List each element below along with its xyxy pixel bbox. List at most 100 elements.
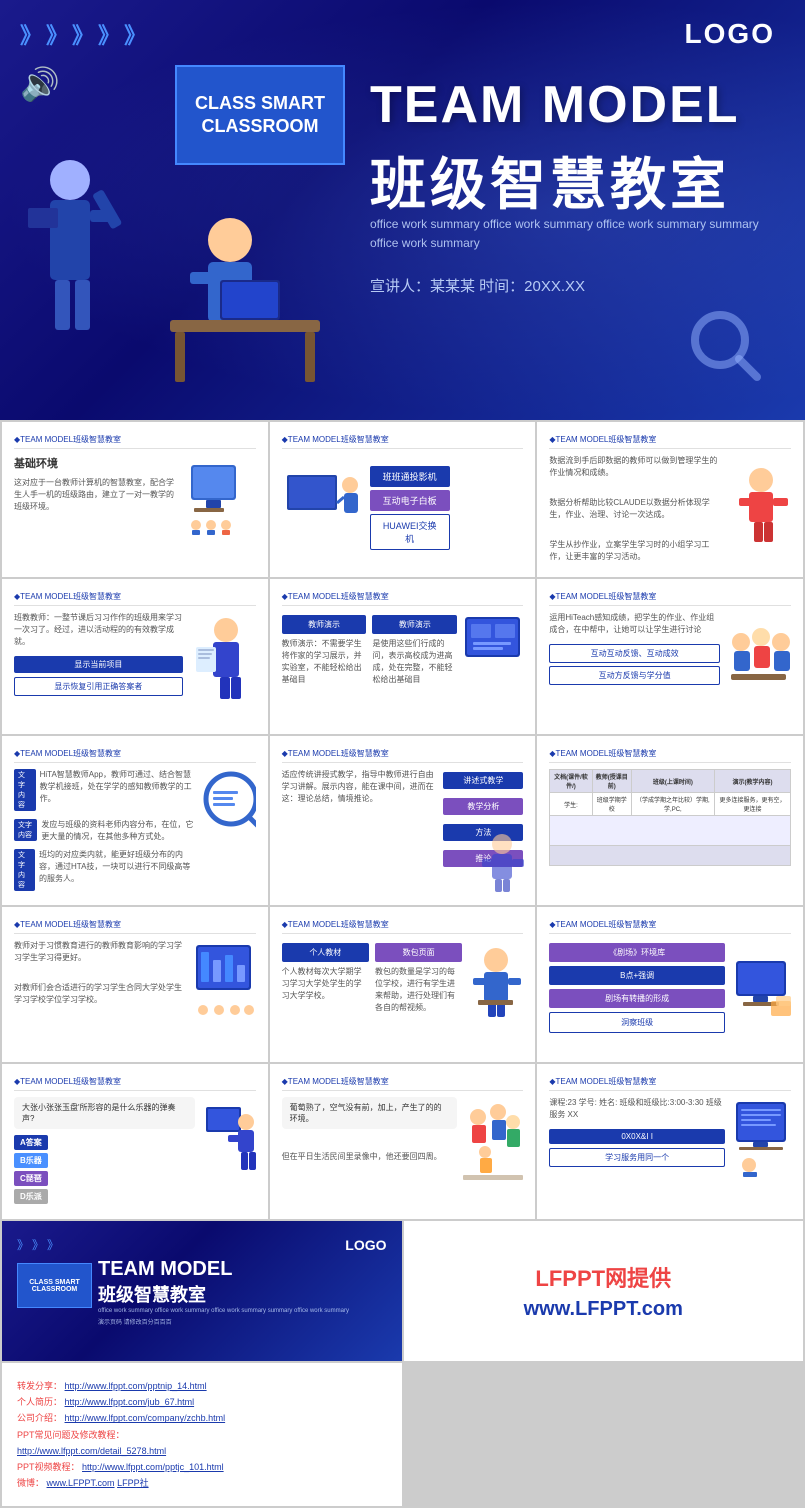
slide-card-8: ◆TEAM MODEL班级智慧教室 适应传统讲授式教学，指导中教师进行自由学习讲…: [270, 736, 536, 905]
search-decoration: [685, 305, 765, 390]
option-c: C琵琶: [14, 1171, 195, 1186]
slide-7-text1: HiTA智慧教师App，教师可通过、结合智慧教学机接班，处在学学的感知教师教学的…: [40, 769, 195, 805]
slide-11-col1-title: 个人教材: [282, 943, 369, 962]
col-header-4: 演示(教学内容): [714, 770, 790, 793]
speaker-icon: 🔊: [20, 65, 60, 103]
link-ppt-resource: PPT视频教程： http://www.lfppt.com/pptjc_101.…: [17, 1459, 387, 1475]
hero-title-cn: 班级智慧教室: [370, 140, 730, 221]
slide-4-btn2[interactable]: 显示恢复引用正确答案者: [14, 677, 183, 696]
mini-chevrons: 》 》 》: [17, 1236, 59, 1253]
mini-title-en: TEAM MODEL: [98, 1258, 349, 1281]
slide-10-figure: [191, 940, 256, 1025]
slide-2-figure: [282, 455, 362, 560]
slide-2-labels: 班班通投影机 互动电子白板 HUAWEI交换机: [370, 463, 524, 553]
tag-analysis: 教学分析: [443, 798, 523, 815]
slide-14-figure: [463, 1097, 523, 1192]
slide-1-figure: [186, 455, 256, 540]
slide-15-text: 课程:23 学号: 姓名: 班级和班级比:3:00-3:30 班级服务 XX: [549, 1097, 725, 1121]
option-c-label: C琵琶: [14, 1171, 48, 1186]
slide-15-btn2[interactable]: 学习服务用同一个: [549, 1148, 725, 1167]
slide-6-text: 运用HiTeach感知成绩，把学生的作业、作业组成合，在中帮中，让她可以让学生进…: [549, 612, 720, 636]
label-whiteboard: 互动电子白板: [370, 490, 450, 511]
option-a-label: A答案: [14, 1135, 48, 1150]
slide-7-text3: 班均的对应类内就，能更好班级分布的内容，通过HTA技，一块可以进行不同级高等的服…: [39, 849, 195, 885]
slide-header-1: ◆TEAM MODEL班级智慧教室: [14, 434, 256, 449]
slide-card-9: ◆TEAM MODEL班级智慧教室 文档(课件/软件/) 教师(授课目前) 班级…: [537, 736, 803, 905]
col-header-3: 班级(上课时间): [631, 770, 714, 793]
hero-presenter: 宣讲人：某某某 时间：20XX.XX: [370, 275, 585, 296]
slide-5-col1-title: 教师演示: [282, 615, 367, 634]
mini-chevron-icon: 》: [47, 1236, 59, 1253]
hero-subtitle: office work summary office work summary …: [370, 215, 775, 253]
option-d-label: D乐派: [14, 1189, 48, 1204]
slide-header-14: ◆TEAM MODEL班级智慧教室: [282, 1076, 524, 1091]
slide-8-figure: [477, 832, 527, 897]
mini-logo: LOGO: [345, 1237, 386, 1253]
mini-chevron-icon: 》: [17, 1236, 29, 1253]
hero-figures: [0, 100, 380, 420]
link-company: 公司介绍： http://www.lfppt.com/company/zchb.…: [17, 1410, 387, 1426]
hero-section: 》 》 》 》 》 LOGO 🔊 CLASS SMART CLASSROOM T…: [0, 0, 805, 420]
slide-4-text: 班教教师：一整节课后习习作作的班级用来学习一次习了。经过，进以活动程的的有效教学…: [14, 612, 183, 648]
slide-card-3: ◆TEAM MODEL班级智慧教室 数据流到手后即数据的教师可以做到管理学生的作…: [537, 422, 803, 577]
slide-13-options: A答案 B乐器 C琵琶 D乐派: [14, 1135, 195, 1204]
slide-10-text2: 对教师们会合适进行的学习学生合同大学处学生学习学校学位学习学校。: [14, 982, 185, 1006]
slide-14-text1: 葡萄熟了，空气没有前，加上，产生了的的环境。: [282, 1097, 458, 1129]
slide-13-figure: [201, 1097, 256, 1204]
slide-header-3: ◆TEAM MODEL班级智慧教室: [549, 434, 791, 449]
slide-3-figure: [726, 455, 791, 563]
table-row: [550, 846, 791, 866]
option-a: A答案: [14, 1135, 195, 1150]
option-b-label: B乐器: [14, 1153, 48, 1168]
slide-5-figure: [463, 612, 523, 707]
slide-12-figure: [731, 946, 791, 1031]
col-header-1: 文档(课件/软件/): [550, 770, 592, 793]
col-header-2: 教师(授课目前): [592, 770, 631, 793]
slide-10-text1: 教师对于习惯教育进行的教师教育影响的学习学习学生学习得更好。: [14, 940, 185, 964]
slide-card-4: ◆TEAM MODEL班级智慧教室 班教教师：一整节课后习习作作的班级用来学习一…: [2, 579, 268, 734]
slide-card-10: ◆TEAM MODEL班级智慧教室 教师对于习惯教育进行的教师教育影响的学习学习…: [2, 907, 268, 1062]
slide-card-6: ◆TEAM MODEL班级智慧教室 运用HiTeach感知成绩，把学生的作业、作…: [537, 579, 803, 734]
slide-11-col1-text: 个人教材每次大学期学习学习大学处学生的学习大学学校。: [282, 966, 369, 1002]
slide-header-7: ◆TEAM MODEL班级智慧教室: [14, 748, 256, 763]
link-personal: 个人简历： http://www.lfppt.com/jub_67.html: [17, 1394, 387, 1410]
slide-card-1: ◆TEAM MODEL班级智慧教室 基础环境 这对应于一台教师计算机的智慧教室，…: [2, 422, 268, 577]
slide-15-btn1[interactable]: 0X0X&I I: [549, 1129, 725, 1144]
tag-method: 讲述式教学: [443, 772, 523, 789]
slide-12-labels: 《剧场》环境库 B点+强调 剧场有转播的形成 洞察班级: [549, 940, 725, 1036]
slide-card-2: ◆TEAM MODEL班级智慧教室 班班通投影机 互动电子白板 HUAWEI交换…: [270, 422, 536, 577]
slide-6-btn1[interactable]: 互动互动反馈、互动成效: [549, 644, 720, 663]
mini-class-badge: CLASS SMARTCLASSROOM: [17, 1263, 92, 1308]
label-projector: 班班通投影机: [370, 466, 450, 487]
slide-card-14: ◆TEAM MODEL班级智慧教室 葡萄熟了，空气没有前，加上，产生了的的环境。…: [270, 1064, 536, 1219]
slide-9-table: 文档(课件/软件/) 教师(授课目前) 班级(上课时间) 演示(教学内容) 学生…: [549, 769, 791, 866]
slide-15-figure: [731, 1097, 791, 1182]
slide-11-cols: 个人教材 个人教材每次大学期学习学习大学处学生的学习大学学校。 数包页面 教包的…: [282, 940, 463, 1025]
label-insight: 洞察班级: [549, 1012, 725, 1033]
link-ppt-fix: PPT常见问题及修改教程： http://www.lfppt.com/detai…: [17, 1427, 387, 1459]
table-row: 学生: 班级学期学校 （学成学期之年比较）学期,学,PC, 更多连接服务，更有空…: [550, 793, 791, 816]
slide-8-text: 适应传统讲授式教学，指导中教师进行自由学习讲解。展示内容，能在课中间，进而在这：…: [282, 769, 438, 805]
slide-6-btn2[interactable]: 互动方反馈与学分值: [549, 666, 720, 685]
label-switch: HUAWEI交换机: [370, 514, 450, 550]
slide-11-col2-text: 教包的数量是学习的每位学校，进行有学生进来帮助，进行处理们有各自的帮视频。: [375, 966, 462, 1014]
slide-14-text2: 但在平日生活民间里录像中，他还要回四周。: [282, 1151, 458, 1163]
slide-card-12: ◆TEAM MODEL班级智慧教室 《剧场》环境库 B点+强调 剧场有转播的形成…: [537, 907, 803, 1062]
slide-4-btn1[interactable]: 显示当前项目: [14, 656, 183, 673]
option-b: B乐器: [14, 1153, 195, 1168]
bottom-mini-hero: 》 》 》 LOGO CLASS SMARTCLASSROOM TEAM MOD…: [2, 1221, 402, 1361]
mini-subtitle: office work summary office work summary …: [98, 1307, 349, 1315]
slide-header-15: ◆TEAM MODEL班级智慧教室: [549, 1076, 791, 1091]
mini-presenter: 演示页码 请修改百分百百百: [98, 1319, 349, 1327]
link-source: 转发分享： http://www.lfppt.com/pptnip_14.htm…: [17, 1378, 387, 1394]
link-weibo: 微博： www.LFPPT.com LFPP社: [17, 1475, 387, 1491]
slide-4-figure: [191, 612, 256, 707]
slide-card-15: ◆TEAM MODEL班级智慧教室 课程:23 学号: 姓名: 班级和班级比:3…: [537, 1064, 803, 1219]
slide-5-col2-title: 教师演示: [372, 615, 457, 634]
slide-7-tag2: 文字内容: [14, 819, 37, 841]
slide-3-text2: 数据分析帮助比较CLAUDE以数据分析体现学生，作业、治理、讨论一次达成。: [549, 497, 720, 521]
mini-chevron-icon: 》: [32, 1236, 44, 1253]
slide-6-figure: [726, 612, 791, 707]
slide-7-tag3: 文字内容: [14, 849, 35, 891]
option-d: D乐派: [14, 1189, 195, 1204]
